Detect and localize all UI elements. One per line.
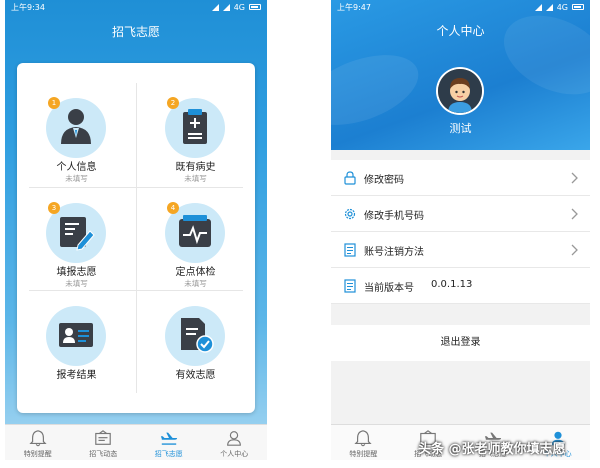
signal-icon [534,3,542,11]
tile-label: 有效志愿 [175,370,216,381]
page-title: 招飞志愿 [111,25,160,39]
logout-button[interactable]: 退出登录 [331,325,590,361]
menu-item-label: 修改密码 [364,175,404,186]
chevron-right-icon [571,208,578,220]
battery-icon [572,4,584,10]
step-badge: 2 [167,97,179,109]
step-badge: 1 [48,97,60,109]
verified-doc-icon [181,318,214,353]
network-label: 4G [233,2,245,12]
tile-label: 填报志愿 [56,267,97,278]
step-badge: 4 [167,202,179,214]
status-time: 上午9:47 [337,2,371,12]
user-icon [227,431,242,446]
menu-item-label: 修改手机号码 [364,211,424,222]
left-phone-screen: 上午9:34 4G 招飞志愿 1 个人信息 未填写 2 既有病史 未填写 3 填… [5,0,267,460]
document-icon [344,243,356,257]
tile-label: 报考结果 [56,370,97,381]
step-badge: 3 [48,202,60,214]
id-card-icon [59,323,93,347]
right-phone-screen: 上午9:47 4G 个人中心 测试 修改密码 修改手机号码 账号注销方法 当前版… [331,0,590,460]
bell-icon [29,430,47,447]
username: 测试 [449,122,472,135]
status-bar: 上午9:34 4G [5,0,267,14]
person-icon [61,109,91,144]
tab-special-reminder[interactable]: 特别提醒 [5,425,71,460]
tile-physical-exam[interactable]: 4 定点体检 未填写 [136,188,255,291]
bell-icon [354,430,372,447]
clipboard-icon [183,109,207,144]
document-icon [344,279,356,293]
network-label: 4G [556,2,568,12]
tile-status: 未填写 [184,279,207,288]
tile-label: 既有病史 [175,162,216,173]
airplane-icon [160,432,177,445]
chevron-right-icon [571,244,578,256]
tab-special-reminder[interactable]: 特别提醒 [331,425,396,460]
signal-icon [211,3,219,11]
menu-item-change-password[interactable]: 修改密码 [331,160,590,196]
menu-item-label: 当前版本号 [364,283,414,294]
tile-label: 定点体检 [175,267,216,278]
menu-item-label: 账号注销方法 [364,247,424,258]
tile-fill-application[interactable]: 3 填报志愿 未填写 [17,188,136,291]
menu-item-account-cancel[interactable]: 账号注销方法 [331,232,590,268]
edit-form-icon [60,217,95,251]
bottom-tab-bar: 特别提醒 招飞动态 招飞志愿 个人中心 [5,424,267,460]
gear-icon [344,208,356,220]
chevron-right-icon [571,172,578,184]
settings-menu: 修改密码 修改手机号码 账号注销方法 当前版本号 0.0.1.13 [331,160,590,304]
avatar[interactable] [436,67,484,115]
signal-icon [545,3,553,11]
watermark-text: 头条 @张老师教你填志愿 [418,442,566,457]
signal-icon [222,3,230,11]
tile-status: 未填写 [184,174,207,183]
tile-valid-application[interactable]: 有效志愿 [136,291,255,394]
tile-status: 未填写 [65,174,88,183]
avatar-cartoon-icon [438,69,482,113]
menu-item-version: 当前版本号 0.0.1.13 [331,268,590,304]
tile-label: 个人信息 [56,162,97,173]
heartbeat-icon [179,215,211,247]
page-title: 个人中心 [436,24,485,38]
menu-item-change-phone[interactable]: 修改手机号码 [331,196,590,232]
tile-medical-history[interactable]: 2 既有病史 未填写 [136,83,255,186]
lock-icon [344,171,356,185]
menu-card: 1 个人信息 未填写 2 既有病史 未填写 3 填报志愿 未填写 4 定点体检 … [17,63,255,413]
tile-application-result[interactable]: 报考结果 [17,291,136,394]
tile-personal-info[interactable]: 1 个人信息 未填写 [17,83,136,186]
status-bar: 上午9:47 4G [331,0,590,14]
status-time: 上午9:34 [11,2,45,12]
version-value: 0.0.1.13 [431,279,473,290]
battery-icon [249,4,261,10]
tab-recruit-application[interactable]: 招飞志愿 [136,425,202,460]
news-icon [95,430,112,445]
tab-recruit-news[interactable]: 招飞动态 [71,425,137,460]
tile-status: 未填写 [65,279,88,288]
tab-personal-center[interactable]: 个人中心 [202,425,268,460]
